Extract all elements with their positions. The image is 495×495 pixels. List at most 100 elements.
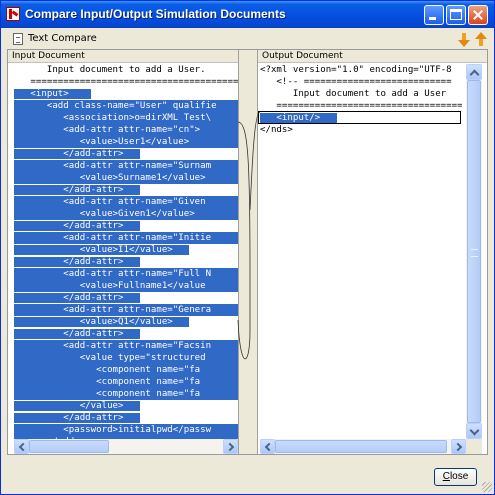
previous-difference-icon[interactable] <box>474 32 488 47</box>
code-line-text: <add-attr attr-name="Genera <box>14 305 212 315</box>
code-line-text: Input document to add a User <box>260 89 447 99</box>
code-line-text: </add-attr> <box>14 293 124 303</box>
code-line: </add-attr> <box>14 328 238 340</box>
window-title: Compare Input/Output Simulation Document… <box>25 7 286 21</box>
scroll-down-button[interactable] <box>466 423 482 439</box>
code-line: <value type="structured <box>14 352 238 364</box>
minimize-button[interactable] <box>424 5 444 25</box>
code-line-text: <add class-name="User" qualifie <box>14 101 217 111</box>
code-line-text: <component name="fa <box>14 389 201 399</box>
code-line: <password>initialpwd</passw <box>14 424 238 436</box>
code-line-text: </add-attr> <box>14 257 124 267</box>
app-icon <box>6 7 20 21</box>
code-line-text: </add-attr> <box>14 413 124 423</box>
code-line: <input> <box>14 88 238 100</box>
code-line: </add-attr> <box>14 256 238 268</box>
input-document-header: Input Document <box>8 50 238 63</box>
scroll-right-button[interactable] <box>223 439 238 454</box>
code-line: <add-attr attr-name="Initie <box>14 232 238 244</box>
code-line-text: <add-attr attr-name="Facsin <box>14 341 212 351</box>
code-line: <!-- =========================== <box>260 76 462 88</box>
code-line-text: <value>Surname1</value> <box>14 173 206 183</box>
code-line-text: </nds> <box>260 125 293 135</box>
code-line: <?xml version="1.0" encoding="UTF-8 <box>260 64 462 76</box>
selected-difference-box <box>258 111 461 124</box>
output-document-header: Output Document <box>258 50 487 63</box>
code-line-text: <value type="structured <box>14 353 206 363</box>
code-line-text: <add-attr attr-name="Surnam <box>14 161 212 171</box>
scroll-left-button[interactable] <box>260 439 275 454</box>
code-line-text: <input> <box>14 89 69 99</box>
code-line-text: <add-attr attr-name="Full N <box>14 269 212 279</box>
code-line: <value>Surname1</value> <box>14 172 238 184</box>
code-line: <add-attr attr-name="Full N <box>14 268 238 280</box>
code-line: <add-attr attr-name="Facsin <box>14 340 238 352</box>
code-line: <add-attr attr-name="Surnam <box>14 160 238 172</box>
code-line: ========================================… <box>14 76 238 88</box>
code-line-text: <value>User1</value> <box>14 137 190 147</box>
code-line-text: <add-attr attr-name="Given <box>14 197 212 207</box>
input-horizontal-scrollbar[interactable] <box>14 439 238 454</box>
code-line: <association>o=dirXML Test\ <box>14 112 238 124</box>
code-line: <component name="fa <box>14 376 238 388</box>
code-line-text: Input document to add a User. <box>14 65 206 75</box>
code-line: <value>User1</value> <box>14 136 238 148</box>
code-line: </nds> <box>260 124 462 136</box>
input-document-text[interactable]: Input document to add a User. ==========… <box>14 64 238 439</box>
code-line-text: <component name="fa <box>14 365 201 375</box>
code-line: <value>Given1</value> <box>14 208 238 220</box>
code-line: </add-attr> <box>14 184 238 196</box>
next-difference-icon[interactable] <box>457 32 471 47</box>
code-line-text: ========================================… <box>30 77 238 87</box>
code-line: <value>Fullname1</value <box>14 280 238 292</box>
code-line: <value>I1</value> <box>14 244 238 256</box>
scroll-right-button[interactable] <box>451 439 466 454</box>
diff-connector <box>237 111 261 360</box>
code-line-text: <association>o=dirXML Test\ <box>14 113 212 123</box>
code-line-text: </add-attr> <box>14 185 124 195</box>
code-line-text: <value>Q1</value> <box>14 317 173 327</box>
compare-dialog: Compare Input/Output Simulation Document… <box>0 0 495 495</box>
text-compare-bar: Text Compare <box>7 29 488 49</box>
resize-grip[interactable] <box>482 482 492 492</box>
code-line-text: <?xml version="1.0" encoding="UTF-8 <box>260 65 452 75</box>
code-line-text: <value>I1</value> <box>14 245 173 255</box>
code-line: Input document to add a User. <box>14 64 238 76</box>
document-icon <box>13 33 23 45</box>
code-line-text: <value>Fullname1</value <box>14 281 206 291</box>
close-window-button[interactable] <box>468 5 488 25</box>
code-line: </value> <box>14 400 238 412</box>
code-line: </add-attr> <box>14 412 238 424</box>
code-line: </add-attr> <box>14 220 238 232</box>
output-vertical-scrollbar[interactable] <box>466 64 482 439</box>
code-line: <component name="fa <box>14 388 238 400</box>
close-button[interactable]: Close <box>434 468 477 486</box>
code-line-text: <!-- =========================== <box>260 77 452 87</box>
scroll-thumb[interactable] <box>275 440 447 453</box>
code-line-text: <add-attr attr-name="cn"> <box>14 125 201 135</box>
text-compare-label: Text Compare <box>28 33 97 44</box>
code-line-text: </value> <box>14 401 124 411</box>
title-bar[interactable]: Compare Input/Output Simulation Document… <box>1 1 494 28</box>
code-line-text: <component name="fa <box>14 377 201 387</box>
code-line: </add-attr> <box>14 292 238 304</box>
code-line-text: <value>Given1</value> <box>14 209 195 219</box>
scroll-up-button[interactable] <box>466 64 482 80</box>
scroll-thumb[interactable] <box>29 440 109 453</box>
code-line: <add-attr attr-name="Genera <box>14 304 238 316</box>
code-line: <value>Q1</value> <box>14 316 238 328</box>
compare-panels: Input Document Output Document Input doc… <box>7 49 488 455</box>
code-line: <add-attr attr-name="Given <box>14 196 238 208</box>
code-line: <component name="fa <box>14 364 238 376</box>
maximize-button[interactable] <box>446 5 466 25</box>
code-line: Input document to add a User <box>260 88 462 100</box>
scroll-thumb[interactable] <box>467 80 481 423</box>
code-line: <add class-name="User" qualifie <box>14 100 238 112</box>
output-horizontal-scrollbar[interactable] <box>260 439 466 454</box>
code-line-text: <add-attr attr-name="Initie <box>14 233 212 243</box>
code-line-text: </add-attr> <box>14 149 124 159</box>
code-line: <add-attr attr-name="cn"> <box>14 124 238 136</box>
code-line-text: ========================================… <box>276 101 462 111</box>
code-line: </add-attr> <box>14 148 238 160</box>
scroll-left-button[interactable] <box>14 439 29 454</box>
